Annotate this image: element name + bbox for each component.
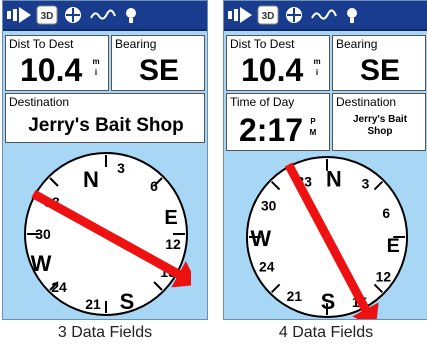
time-of-day-value: 2:17 <box>239 112 304 148</box>
track-icon <box>90 9 116 20</box>
compass-30: 30 <box>261 197 277 213</box>
bearing-label: Bearing <box>336 37 378 51</box>
destination-field[interactable]: Destination Jerry's Bait Shop <box>332 93 426 151</box>
compass-east: E <box>164 207 177 229</box>
backlight-icon <box>347 8 357 23</box>
dist-to-dest-field[interactable]: Dist To Dest 10.4 m i <box>5 35 109 91</box>
compass-rose: N 3 6 E 12 15 S 21 24 W 30 33 <box>245 155 409 319</box>
dist-to-dest-value: 10.4 <box>20 52 83 88</box>
gps-screen-4-fields: 3D Dist To Dest 10.4 m i Bearing SE Time… <box>223 0 427 320</box>
gps-signal-icon <box>7 7 31 23</box>
compass-24: 24 <box>259 259 275 275</box>
compass-east: E <box>387 235 400 257</box>
bearing-label: Bearing <box>115 37 157 51</box>
compass-3: 3 <box>117 160 125 176</box>
compass-6: 6 <box>150 178 158 194</box>
caption-3-data-fields: 3 Data Fields <box>57 324 153 341</box>
destination-value-line-1: Jerry's Bait <box>352 114 408 125</box>
status-bar: 3D <box>224 1 427 31</box>
navigation-target-icon <box>65 7 81 23</box>
compass-north: N <box>83 167 99 192</box>
dist-to-dest-label: Dist To Dest <box>230 37 295 51</box>
time-of-day-label: Time of Day <box>230 95 295 109</box>
time-unit-top: P <box>310 117 316 126</box>
destination-label: Destination <box>9 95 70 109</box>
compass-24: 24 <box>51 279 67 295</box>
dist-to-dest-label: Dist To Dest <box>9 37 74 51</box>
compass-6: 6 <box>382 205 390 221</box>
status-bar: 3D <box>3 1 207 31</box>
destination-value: Jerry's Bait Shop <box>28 115 184 136</box>
compass-3: 3 <box>362 176 370 192</box>
dist-unit-bottom: i <box>315 68 319 77</box>
backlight-icon <box>126 8 136 23</box>
dist-unit-top: m <box>313 57 321 66</box>
compass-12: 12 <box>376 268 392 284</box>
svg-text:3D: 3D <box>262 11 275 22</box>
3d-fix-icon: 3D <box>36 5 58 25</box>
gps-signal-icon <box>228 7 252 23</box>
3d-fix-icon: 3D <box>257 5 279 25</box>
bearing-field[interactable]: Bearing SE <box>332 35 426 91</box>
svg-text:3D: 3D <box>41 11 54 22</box>
compass-west: W <box>251 226 272 251</box>
bearing-value: SE <box>359 54 401 87</box>
compass-south: S <box>120 289 135 314</box>
bearing-field[interactable]: Bearing SE <box>111 35 205 91</box>
compass-30: 30 <box>35 226 51 242</box>
track-icon <box>311 9 337 20</box>
destination-field[interactable]: Destination Jerry's Bait Shop <box>5 93 205 143</box>
dist-to-dest-value: 10.4 <box>241 52 304 88</box>
compass-north: N <box>326 167 342 192</box>
caption-4-data-fields: 4 Data Fields <box>278 324 374 341</box>
compass-south: S <box>321 289 336 314</box>
compass-rose: N 3 6 E 12 15 S 21 24 W 30 33 <box>24 152 191 316</box>
dist-unit-bottom: i <box>94 68 98 77</box>
bearing-value: SE <box>138 54 180 87</box>
compass-21: 21 <box>85 296 101 312</box>
gps-screen-3-fields: 3D Dist To Dest 10.4 m i Bearing SE Dest… <box>2 0 208 320</box>
time-unit-bottom: M <box>309 128 317 137</box>
destination-value-line-2: Shop <box>367 126 393 137</box>
compass-west: W <box>31 251 52 276</box>
compass-12: 12 <box>165 236 181 252</box>
destination-label: Destination <box>336 95 397 109</box>
dist-to-dest-field[interactable]: Dist To Dest 10.4 m i <box>226 35 330 91</box>
time-of-day-field[interactable]: Time of Day 2:17 P M <box>226 93 330 151</box>
navigation-target-icon <box>286 7 302 23</box>
compass-21: 21 <box>287 288 303 304</box>
dist-unit-top: m <box>92 57 100 66</box>
